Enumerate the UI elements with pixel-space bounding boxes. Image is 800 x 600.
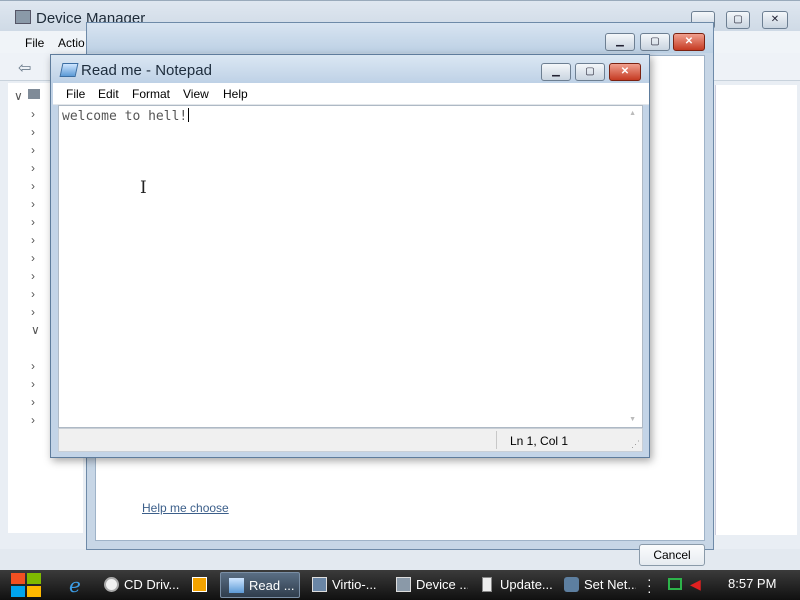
taskbar-item-media-player[interactable]: [186, 572, 216, 598]
chevron-right-icon[interactable]: ›: [31, 287, 43, 301]
taskbar: e CD Driv... Read ... Virtio-... Device …: [0, 570, 800, 600]
chevron-right-icon[interactable]: ›: [31, 179, 43, 193]
chevron-right-icon[interactable]: ›: [31, 125, 43, 139]
chevron-right-icon[interactable]: ›: [31, 413, 43, 427]
chevron-right-icon[interactable]: ›: [31, 377, 43, 391]
menu-edit[interactable]: Edit: [98, 87, 119, 101]
notepad-window: Read me - Notepad ▁ ▢ ✕ File Edit Format…: [50, 54, 650, 458]
computer-icon: [28, 89, 40, 99]
notepad-titlebar[interactable]: Read me - Notepad ▁ ▢ ✕: [51, 55, 649, 83]
folder-icon: [104, 577, 119, 592]
volume-muted-icon[interactable]: ◀: [690, 576, 701, 593]
taskbar-item-device-manager[interactable]: Device ...: [388, 572, 468, 598]
media-player-icon: [192, 577, 207, 592]
taskbar-clock[interactable]: 8:57 PM: [728, 576, 776, 591]
chevron-right-icon[interactable]: ›: [31, 161, 43, 175]
taskbar-item-set-network[interactable]: Set Net...: [556, 572, 636, 598]
menu-action[interactable]: Actio: [58, 36, 85, 50]
notepad-icon: [59, 63, 79, 77]
notepad-close-button[interactable]: ✕: [609, 63, 641, 81]
text-editor-area[interactable]: welcome to hell! ▲ ▼: [58, 105, 643, 428]
start-button[interactable]: [8, 571, 44, 599]
chevron-right-icon[interactable]: ›: [31, 233, 43, 247]
internet-explorer-icon[interactable]: e: [66, 573, 88, 597]
menu-view[interactable]: View: [183, 87, 209, 101]
chevron-down-icon[interactable]: ∨: [31, 323, 43, 337]
resize-grip-icon[interactable]: ⋰: [631, 439, 640, 450]
chevron-right-icon[interactable]: ›: [31, 143, 43, 157]
notepad-menubar: File Edit Format View Help: [53, 83, 649, 105]
maximize-button[interactable]: ▢: [726, 11, 750, 29]
scroll-up-icon[interactable]: ▲: [629, 110, 636, 117]
notepad-statusbar: Ln 1, Col 1 ⋰: [58, 428, 643, 452]
status-divider: [496, 431, 497, 449]
network-icon: [312, 577, 327, 592]
menu-file[interactable]: File: [25, 36, 44, 50]
text-caret: [188, 108, 190, 122]
chevron-right-icon[interactable]: ›: [31, 305, 43, 319]
network-tray-icon[interactable]: [668, 578, 682, 590]
device-manager-right-panel: [715, 85, 797, 535]
svg-text:e: e: [69, 574, 81, 596]
help-me-choose-link[interactable]: Help me choose: [142, 501, 229, 515]
taskbar-item-virtio[interactable]: Virtio-...: [304, 572, 384, 598]
menu-file[interactable]: File: [66, 87, 85, 101]
menu-format[interactable]: Format: [132, 87, 170, 101]
cursor-position: Ln 1, Col 1: [510, 434, 569, 448]
chevron-right-icon[interactable]: ›: [31, 251, 43, 265]
chevron-right-icon[interactable]: ›: [31, 269, 43, 283]
chevron-right-icon[interactable]: ›: [31, 107, 43, 121]
dialog-titlebar[interactable]: ▁ ▢ ✕: [87, 23, 713, 53]
update-icon: [482, 577, 492, 592]
ibeam-cursor-icon: I: [140, 178, 147, 198]
taskbar-item-cd-drive[interactable]: CD Driv...: [96, 572, 180, 598]
windows-logo-icon: [11, 573, 41, 597]
taskbar-item-update[interactable]: Update...: [472, 572, 552, 598]
back-arrow-icon[interactable]: ⇦: [18, 58, 31, 78]
chevron-right-icon[interactable]: ›: [31, 395, 43, 409]
chevron-right-icon[interactable]: ›: [31, 197, 43, 211]
taskbar-item-notepad[interactable]: Read ...: [220, 572, 300, 598]
network-settings-icon: [564, 577, 579, 592]
cancel-button[interactable]: Cancel: [639, 544, 705, 566]
editor-content: welcome to hell!: [62, 109, 188, 124]
tray-overflow-icon[interactable]: · · ·: [647, 572, 652, 598]
device-manager-icon: [15, 10, 31, 24]
menu-help[interactable]: Help: [223, 87, 248, 101]
notepad-minimize-button[interactable]: ▁: [541, 63, 571, 81]
close-button[interactable]: ✕: [762, 11, 788, 29]
device-manager-icon: [396, 577, 411, 592]
chevron-down-icon[interactable]: ∨: [14, 89, 26, 103]
notepad-title: Read me - Notepad: [81, 62, 212, 79]
dialog-maximize-button[interactable]: ▢: [640, 33, 670, 51]
scroll-down-icon[interactable]: ▼: [629, 416, 636, 423]
dialog-close-button[interactable]: ✕: [673, 33, 705, 51]
notepad-maximize-button[interactable]: ▢: [575, 63, 605, 81]
notepad-icon: [229, 578, 244, 593]
dialog-minimize-button[interactable]: ▁: [605, 33, 635, 51]
chevron-right-icon[interactable]: ›: [31, 359, 43, 373]
chevron-right-icon[interactable]: ›: [31, 215, 43, 229]
